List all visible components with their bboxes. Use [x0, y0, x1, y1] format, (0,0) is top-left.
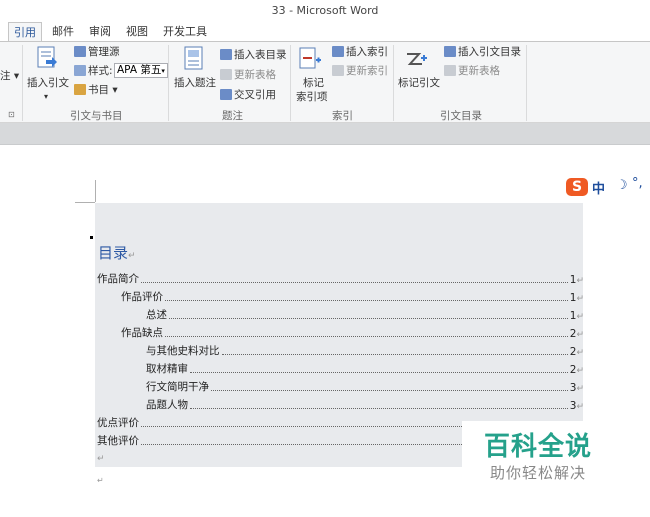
window-title: 33 - Microsoft Word	[0, 0, 650, 22]
separator	[526, 45, 527, 121]
update-table-icon	[444, 65, 456, 76]
style-label: 样式:	[74, 65, 113, 78]
watermark-tagline: 助你轻松解决	[490, 464, 587, 482]
insert-citation-button[interactable]: 插入引文	[27, 77, 69, 90]
toc-entry[interactable]: 取材精审 2 ↵	[146, 360, 584, 376]
ruler-strip	[0, 123, 650, 145]
ime-toolbar[interactable]: S 中 ☽ °,	[566, 176, 650, 198]
ime-mode-toggle[interactable]: 中	[592, 178, 605, 197]
update-authorities-table-button[interactable]: 更新表格	[444, 65, 500, 78]
mark-entry-line2[interactable]: 索引项	[296, 91, 328, 104]
toc-entry[interactable]: 作品评价 1 ↵	[121, 288, 584, 304]
toc-entry[interactable]: 作品缺点 2 ↵	[121, 324, 584, 340]
tab-developer[interactable]: 开发工具	[158, 22, 212, 42]
insert-caption-icon	[184, 46, 203, 70]
ribbon: 注 ▾ ⊡ 插入引文 ▾ 管理源 样式: APA 第五▾ 书目 ▾ 引文与书目 …	[0, 41, 650, 123]
table-of-authorities-icon	[444, 46, 456, 57]
footnote-partial-button[interactable]: 注 ▾	[0, 70, 19, 83]
update-index-button[interactable]: 更新索引	[332, 65, 388, 78]
ribbon-tabs: 引用 邮件 审阅 视图 开发工具	[0, 22, 650, 43]
citation-style-select[interactable]: APA 第五▾	[114, 63, 168, 78]
mark-entry-icon	[299, 47, 321, 69]
table-of-figures-icon	[220, 49, 232, 60]
insert-index-icon	[332, 46, 344, 57]
margin-corner-mark	[75, 202, 95, 203]
group-label-index: 索引	[332, 110, 353, 122]
paragraph-mark: ↵	[97, 454, 105, 464]
toc-entry[interactable]: 与其他史料对比 2 ↵	[146, 342, 584, 358]
paragraph-mark: ↵	[97, 476, 104, 485]
cross-reference-icon	[220, 89, 232, 100]
toc-entry[interactable]: 品题人物 3 ↵	[146, 396, 584, 412]
toc-entry[interactable]: 行文简明干净 3 ↵	[146, 378, 584, 394]
sogou-logo-icon: S	[566, 178, 588, 196]
update-table-icon	[220, 69, 232, 80]
paragraph-mark: ↵	[128, 251, 136, 261]
style-icon	[74, 65, 86, 76]
ime-moon-icon[interactable]: ☽	[616, 178, 628, 193]
cross-reference-button[interactable]: 交叉引用	[220, 89, 276, 102]
insert-citation-dropdown-icon[interactable]: ▾	[44, 90, 48, 103]
mark-entry-line1[interactable]: 标记	[303, 77, 324, 90]
paragraph-bullet	[90, 236, 93, 239]
mark-citation-icon	[407, 53, 427, 65]
update-index-icon	[332, 65, 344, 76]
watermark-brand: 百科全说	[484, 432, 593, 462]
bibliography-button[interactable]: 书目 ▾	[74, 84, 118, 97]
insert-index-button[interactable]: 插入索引	[332, 46, 388, 59]
group-label-citations: 引文与书目	[70, 110, 123, 122]
separator	[22, 45, 23, 121]
group-label-authorities: 引文目录	[440, 110, 482, 122]
toc-heading[interactable]: 目录↵	[98, 242, 136, 263]
separator	[290, 45, 291, 121]
mark-citation-button[interactable]: 标记引文	[398, 77, 440, 90]
toc-entry[interactable]: 作品简介 1 ↵	[97, 270, 584, 286]
tab-references[interactable]: 引用	[8, 22, 42, 43]
insert-table-of-figures-button[interactable]: 插入表目录	[220, 49, 287, 62]
margin-corner-mark	[95, 180, 96, 202]
insert-citation-icon	[37, 46, 57, 68]
group-label-captions: 题注	[222, 110, 243, 122]
bibliography-icon	[74, 84, 86, 95]
manage-sources-icon	[74, 46, 86, 57]
separator	[168, 45, 169, 121]
insert-caption-button[interactable]: 插入题注	[174, 77, 216, 90]
insert-table-of-authorities-button[interactable]: 插入引文目录	[444, 46, 521, 59]
manage-sources-button[interactable]: 管理源	[74, 46, 120, 59]
ime-punctuation-toggle[interactable]: °,	[632, 176, 643, 191]
update-table-button[interactable]: 更新表格	[220, 69, 276, 82]
document-canvas[interactable]: S 中 ☽ °, 目录↵ 作品简介 1 ↵ 作品评价 1 ↵ 总述 1 ↵ 作品缺点 2 ↵ 与…	[0, 146, 650, 517]
tab-view[interactable]: 视图	[121, 22, 153, 42]
tab-review[interactable]: 审阅	[84, 22, 116, 42]
tab-mailings[interactable]: 邮件	[47, 22, 79, 42]
separator	[393, 45, 394, 121]
toc-entry[interactable]: 总述 1 ↵	[146, 306, 584, 322]
footnote-dialog-launcher[interactable]: ⊡	[8, 110, 15, 119]
